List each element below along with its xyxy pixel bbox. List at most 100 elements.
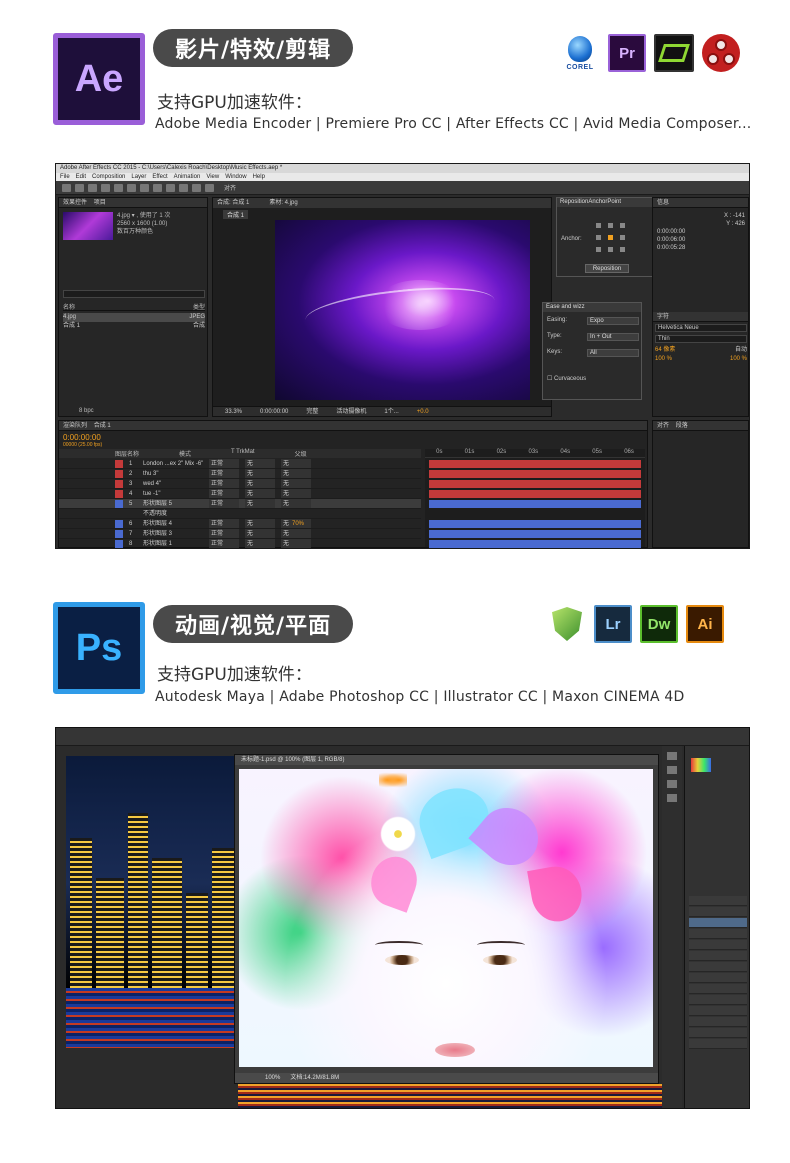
table-row[interactable]: 3 wed 4" 正常无无: [59, 479, 421, 489]
layer-trkmat-select[interactable]: 无: [245, 529, 275, 538]
project-search-input[interactable]: [63, 290, 205, 298]
tab-align[interactable]: 对齐: [657, 423, 669, 429]
layer-trkmat-select[interactable]: 无: [245, 519, 275, 528]
timeline-current-time[interactable]: 0:00:00:00: [63, 433, 101, 442]
menu-file[interactable]: File: [60, 173, 70, 181]
layer-mode-select[interactable]: 正常: [209, 489, 239, 498]
table-row[interactable]: 1 London ...ex 2" Mix -6" 正常无无: [59, 459, 421, 469]
layer-trkmat-select[interactable]: 无: [245, 479, 275, 488]
table-row[interactable]: 不透明度: [59, 509, 421, 519]
type-tool-icon[interactable]: [166, 183, 175, 192]
table-row[interactable]: 7 形状图层 3 正常无无: [59, 529, 421, 539]
history-icon[interactable]: [667, 752, 677, 760]
tab-project[interactable]: 项目: [94, 200, 106, 206]
anchor-top-right[interactable]: [619, 222, 625, 228]
list-item[interactable]: 合成 1 合成: [63, 322, 205, 331]
col-mode[interactable]: 模式: [179, 449, 191, 458]
brush-presets-icon[interactable]: [667, 766, 677, 774]
comp-camera[interactable]: 活动摄像机: [336, 407, 366, 416]
composition-viewer[interactable]: [275, 220, 530, 400]
layer-duration-bar[interactable]: [429, 480, 641, 488]
comp-quality[interactable]: 完整: [306, 407, 318, 416]
layer-mode-select[interactable]: 正常: [209, 469, 239, 478]
layer-color-label[interactable]: [115, 510, 123, 518]
reposition-button[interactable]: Reposition: [585, 264, 629, 273]
table-row[interactable]: 6 形状图层 4 正常无无: [59, 519, 421, 529]
layer-mode-select[interactable]: 正常: [209, 459, 239, 468]
layer-duration-bar[interactable]: [429, 510, 641, 518]
anchor-bottom-right[interactable]: [619, 246, 625, 252]
layer-parent-select[interactable]: 无: [281, 459, 311, 468]
layer-color-label[interactable]: [115, 530, 123, 538]
layer-duration-bar[interactable]: [429, 530, 641, 538]
layer-row[interactable]: [689, 973, 747, 983]
bpc-label[interactable]: 8 bpc: [79, 408, 94, 414]
layer-parent-select[interactable]: 无: [281, 529, 311, 538]
layer-color-label[interactable]: [115, 480, 123, 488]
comp-time[interactable]: 0:00:00:00: [260, 407, 288, 416]
table-row[interactable]: 8 形状图层 1 正常无无: [59, 539, 421, 548]
comp-sub-tab[interactable]: 合成 1: [223, 210, 249, 219]
tab-paragraph[interactable]: 段落: [676, 423, 688, 429]
layer-color-label[interactable]: [115, 490, 123, 498]
layer-duration-bar[interactable]: [429, 520, 641, 528]
layer-mode-select[interactable]: 正常: [209, 479, 239, 488]
layer-row[interactable]: [689, 984, 747, 994]
menu-effect[interactable]: Effect: [152, 173, 167, 181]
selection-tool-icon[interactable]: [62, 183, 71, 192]
layer-color-label[interactable]: [115, 520, 123, 528]
layer-row[interactable]: [689, 940, 747, 950]
menu-window[interactable]: Window: [225, 173, 246, 181]
type-select[interactable]: In + Out: [587, 333, 639, 341]
rotate-tool-icon[interactable]: [101, 183, 110, 192]
anchor-top[interactable]: [607, 222, 613, 228]
layer-trkmat-select[interactable]: 无: [245, 459, 275, 468]
layer-name[interactable]: London ...ex 2" Mix -6": [143, 459, 203, 468]
layer-row[interactable]: [689, 1028, 747, 1038]
table-row[interactable]: 5 形状图层 5 正常无无: [59, 499, 421, 509]
font-family-select[interactable]: Helvetica Neue: [655, 324, 747, 332]
layer-duration-bar[interactable]: [429, 500, 641, 508]
layer-row[interactable]: [689, 929, 747, 939]
layer-row[interactable]: [689, 1017, 747, 1027]
layer-name[interactable]: 形状图层 3: [143, 529, 203, 538]
layer-row[interactable]: [689, 896, 747, 906]
pan-tool-icon[interactable]: [127, 183, 136, 192]
col-parent[interactable]: 父级: [295, 449, 307, 458]
table-row[interactable]: 2 thu 3" 正常无无: [59, 469, 421, 479]
menu-layer[interactable]: Layer: [131, 173, 146, 181]
layer-color-label[interactable]: [115, 460, 123, 468]
anchor-bottom[interactable]: [607, 246, 613, 252]
menu-view[interactable]: View: [206, 173, 219, 181]
layer-parent-select[interactable]: 无: [281, 489, 311, 498]
layer-row[interactable]: [689, 951, 747, 961]
tab-composition[interactable]: 合成: 合成 1: [217, 198, 249, 208]
tab-footage[interactable]: 素材: 4.jpg: [269, 198, 297, 208]
ps-zoom[interactable]: 100%: [265, 1075, 280, 1081]
col-trkmat[interactable]: T TrkMat: [231, 449, 255, 458]
scale-v-value[interactable]: 100 %: [730, 355, 747, 364]
layer-row[interactable]: [689, 962, 747, 972]
layer-trkmat-select[interactable]: 无: [245, 539, 275, 548]
table-row[interactable]: 4 tue -1" 正常无无: [59, 489, 421, 499]
layer-row[interactable]: [689, 918, 747, 928]
opacity-value[interactable]: 70%: [292, 521, 304, 527]
info-tab[interactable]: 信息: [653, 198, 748, 208]
comp-offset[interactable]: +0.0: [417, 407, 429, 416]
layer-color-label[interactable]: [115, 470, 123, 478]
layer-row[interactable]: [689, 995, 747, 1005]
timeline-ruler[interactable]: 0s 01s 02s 03s 04s 05s 06s: [425, 449, 645, 458]
layer-color-label[interactable]: [115, 540, 123, 548]
layer-row[interactable]: [689, 1006, 747, 1016]
anchor-top-left[interactable]: [595, 222, 601, 228]
layer-row[interactable]: [689, 1039, 747, 1049]
layer-name[interactable]: thu 3": [143, 469, 203, 478]
layer-name[interactable]: 形状图层 5: [143, 499, 203, 508]
column-name[interactable]: 名称: [63, 302, 75, 311]
anchor-bottom-left[interactable]: [595, 246, 601, 252]
brush-tool-icon[interactable]: [179, 183, 188, 192]
layer-name[interactable]: 形状图层 1: [143, 539, 203, 548]
ps-canvas-artwork[interactable]: [239, 769, 653, 1067]
scale-h-value[interactable]: 100 %: [655, 355, 672, 364]
character-icon[interactable]: [667, 780, 677, 788]
